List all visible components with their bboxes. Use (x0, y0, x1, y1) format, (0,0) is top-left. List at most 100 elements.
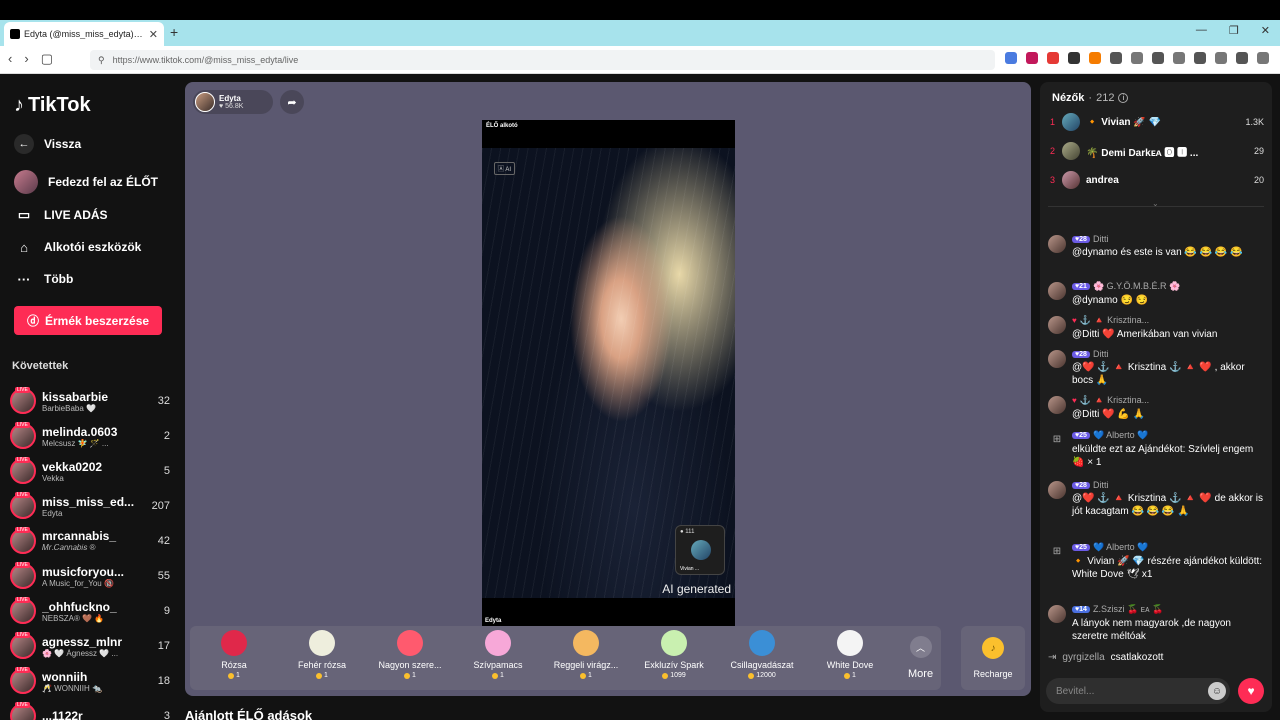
gift-item[interactable]: Fehér rózsa 1 (282, 630, 362, 679)
following-avatar: LIVE (10, 527, 36, 554)
extension-icon[interactable] (1068, 52, 1080, 64)
close-window-button[interactable]: ✕ (1261, 24, 1270, 37)
gift-item[interactable]: Szívpamacs 1 (458, 630, 538, 679)
following-item[interactable]: LIVE mrcannabis_ 𝑀𝑟.𝐶𝑎𝑛𝑛𝑎𝑏𝑖𝑠 ® 42 (10, 525, 170, 557)
chat-username[interactable]: Ditti (1093, 234, 1109, 244)
following-item[interactable]: LIVE vekka0202 Vekka 5 (10, 455, 170, 487)
extension-icon[interactable] (1089, 52, 1101, 64)
share-button[interactable]: ➦ (280, 90, 304, 114)
gift-item[interactable]: Csillagvadászat 12000 (722, 630, 802, 679)
chat-avatar[interactable] (1048, 396, 1066, 414)
gift-price-value: 1 (852, 672, 856, 679)
chat-username[interactable]: Ditti (1093, 480, 1109, 490)
chat-avatar[interactable] (1048, 282, 1066, 300)
nav-live-broadcast[interactable]: ▭ LIVE ADÁS (14, 205, 108, 225)
following-item[interactable]: LIVE _ohhfuckno_ NEBSZA® 🤎 🔥 9 (10, 595, 170, 627)
back-icon[interactable]: ‹ (8, 51, 12, 67)
gift-item[interactable]: Reggeli virágz... 1 (546, 630, 626, 679)
chat-username[interactable]: Z.Sziszi 🍒 ᴇᴀ 🍒 (1093, 604, 1163, 615)
extension-icon[interactable] (1026, 52, 1038, 64)
maximize-button[interactable]: ❐ (1229, 24, 1239, 37)
url-field[interactable]: ⚲ https://www.tiktok.com/@miss_miss_edyt… (90, 50, 995, 70)
following-item[interactable]: LIVE wonniih 🥂 WONNIIH 🐀 18 (10, 665, 170, 697)
following-item[interactable]: LIVE melinda.0603 Melcsusz 🧚 🪄 ... 2 (10, 420, 170, 452)
following-item[interactable]: LIVE miss_miss_ed... Edyta 207 (10, 490, 170, 522)
following-avatar: LIVE (10, 422, 36, 449)
gift-price-value: 12000 (756, 672, 776, 679)
gift-icon (397, 630, 423, 656)
gift-icon (661, 630, 687, 656)
like-heart-button[interactable]: ♥ (1238, 678, 1264, 704)
following-item[interactable]: LIVE musicforyou... A Music_for_You 🔞 55 (10, 560, 170, 592)
extension-icon[interactable] (1194, 52, 1206, 64)
top-viewer-row[interactable]: 1 🔸 Vivian 🚀 💎 1.3K (1050, 110, 1264, 134)
host-info[interactable]: Edyta ♥ 56.8K (193, 90, 273, 114)
tab-close-icon[interactable]: ✕ (149, 28, 158, 41)
following-item[interactable]: LIVE kissabarbie BarbieBaba 🤍 32 (10, 385, 170, 417)
recharge-button[interactable]: ♪ Recharge (961, 626, 1025, 690)
emoji-icon[interactable]: ☺ (1208, 682, 1226, 700)
gift-name: Csillagvadászat (730, 660, 794, 670)
gift-item[interactable]: Exkluzív Spark 1099 (634, 630, 714, 679)
gift-price-value: 1 (236, 672, 240, 679)
chat-input[interactable]: Bevitel... (1046, 678, 1230, 704)
following-viewer-count: 3 (163, 710, 170, 720)
extension-icon[interactable] (1152, 52, 1164, 64)
live-badge: LIVE (15, 632, 30, 638)
extension-icon[interactable] (1236, 52, 1248, 64)
viewers-header: Nézők · 212 i (1052, 92, 1129, 104)
level-badge-value: 25 (1079, 544, 1087, 551)
chevron-down-icon[interactable]: ⌄ (1152, 199, 1159, 208)
gift-name: Fehér rózsa (297, 660, 347, 670)
menu-icon[interactable] (1257, 52, 1269, 64)
gift-more-button[interactable]: ︿ More (908, 636, 933, 680)
arrow-left-icon: ← (14, 134, 34, 154)
live-video[interactable]: ÉLŐ alkotó 🄰 AI ● 111 Vivian ... AI gene… (482, 120, 735, 626)
chat-avatar[interactable] (1048, 235, 1066, 253)
following-item[interactable]: LIVE agnessz_mlnr 🌸 🤍 Ágnessz 🤍 ... 17 (10, 630, 170, 662)
browser-tab[interactable]: Edyta (@miss_miss_edyta) Élő... ✕ (4, 22, 164, 46)
extension-icon[interactable] (1131, 52, 1143, 64)
site-info-icon[interactable]: ⚲ (98, 55, 105, 66)
guest-mini-window[interactable]: ● 111 Vivian ... (675, 525, 725, 575)
extension-icon[interactable] (1005, 52, 1017, 64)
nav-creator-tools[interactable]: ⌂ Alkotói eszközök (14, 237, 141, 257)
chat-username[interactable]: 🌸 G.Y.Ö.M.B.É.R 🌸 (1093, 281, 1180, 292)
extension-icon[interactable] (1110, 52, 1122, 64)
info-icon[interactable]: i (1118, 93, 1129, 103)
gift-item[interactable]: Nagyon szere... 1 (370, 630, 450, 679)
chat-avatar[interactable] (1048, 481, 1066, 499)
chat-username[interactable]: Ditti (1093, 349, 1109, 359)
following-viewer-count: 42 (157, 535, 170, 547)
forward-icon[interactable]: › (24, 51, 28, 67)
extension-icon[interactable] (1173, 52, 1185, 64)
nav-back[interactable]: ← Vissza (14, 134, 81, 154)
following-item[interactable]: LIVE ...1122r 3 (10, 700, 170, 720)
host-avatar (195, 92, 215, 112)
extension-icon[interactable] (1215, 52, 1227, 64)
buy-coins-label: Érmék beszerzése (44, 313, 150, 328)
top-viewer-row[interactable]: 2 🌴 Demi Darkᴇᴀ 🅾 🅸 ... 29 (1050, 139, 1264, 163)
nav-more[interactable]: ··· Több (14, 269, 74, 289)
following-subtitle: Vekka (42, 473, 64, 483)
extension-icon[interactable] (1047, 52, 1059, 64)
chat-username[interactable]: 💙 Alberto 💙 (1093, 430, 1148, 441)
nav-explore-live[interactable]: Fedezd fel az ÉLŐT (14, 170, 158, 194)
top-viewer-row[interactable]: 3 andrea 20 (1050, 168, 1264, 192)
bookmark-icon[interactable]: ▢ (41, 51, 53, 67)
chat-username[interactable]: 💙 Alberto 💙 (1093, 542, 1148, 553)
chat-avatar[interactable] (1048, 316, 1066, 334)
gift-box-icon: ⊞ (1052, 545, 1062, 557)
chat-message: ♥ ⚓ 🔺 Krisztina... @Ditti ❤️ 💪 🙏 (1048, 395, 1264, 421)
chat-avatar[interactable] (1048, 605, 1066, 623)
buy-coins-button[interactable]: ⓓ Érmék beszerzése (14, 306, 162, 335)
new-tab-button[interactable]: + (170, 24, 178, 40)
gift-item[interactable]: White Dove 1 (810, 630, 890, 679)
gift-item[interactable]: Rózsa 1 (194, 630, 274, 679)
minimize-button[interactable]: — (1196, 24, 1207, 37)
chat-username[interactable]: ⚓ 🔺 Krisztina... (1080, 315, 1149, 326)
chat-username[interactable]: ⚓ 🔺 Krisztina... (1080, 395, 1149, 406)
chat-avatar[interactable] (1048, 350, 1066, 368)
gift-price-value: 1 (588, 672, 592, 679)
tiktok-logo[interactable]: ♪ TikTok (14, 94, 91, 117)
